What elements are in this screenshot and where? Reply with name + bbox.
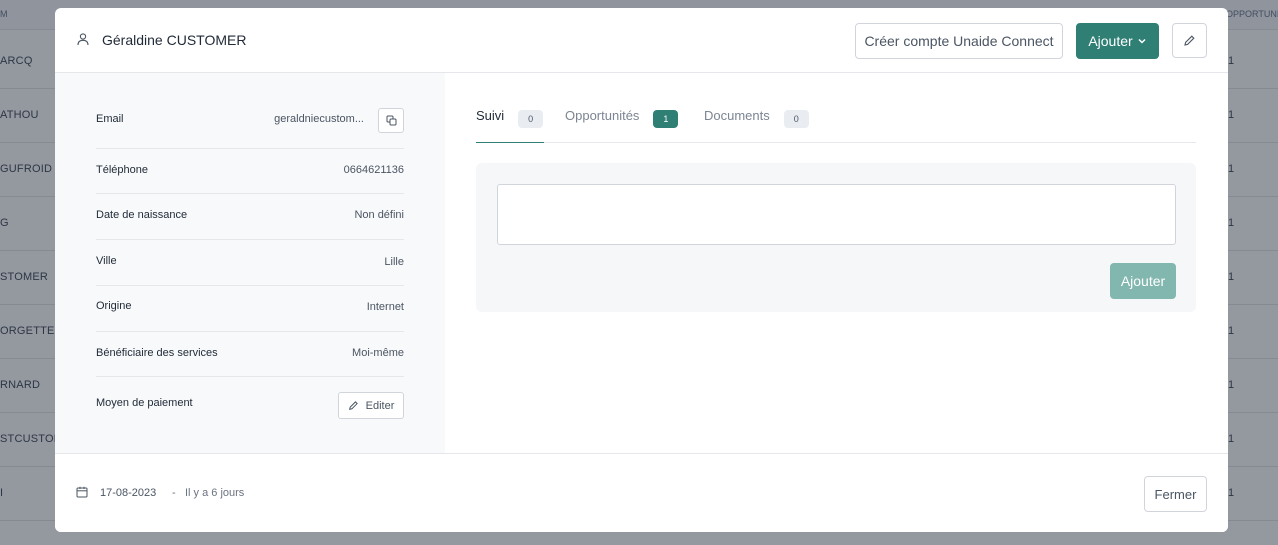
info-row-city: Ville Lille <box>96 240 404 286</box>
email-value: geraldniecustom... <box>274 113 364 125</box>
modal-header: Géraldine CUSTOMER Créer compte Unaide C… <box>55 8 1228 73</box>
info-label: Ville <box>96 255 117 267</box>
tab-count-badge: 0 <box>783 110 809 128</box>
tab-count-badge: 1 <box>653 110 679 128</box>
info-row-origin: Origine Internet <box>96 286 404 332</box>
created-relative-time: Il y a 6 jours <box>185 487 245 499</box>
pencil-icon <box>1184 35 1195 46</box>
suivi-panel: Ajouter <box>476 163 1196 312</box>
tab-label: Suivi <box>476 108 505 123</box>
info-row-email: Email geraldniecustom... <box>96 84 404 149</box>
birthdate-value: Non défini <box>354 209 404 221</box>
phone-value: 0664621136 <box>343 164 404 176</box>
edit-payment-label: Editer <box>365 399 395 412</box>
copy-email-button[interactable] <box>378 108 404 133</box>
edit-payment-button[interactable]: Editer <box>338 392 404 419</box>
origin-value: Internet <box>366 301 404 313</box>
modal-footer: 17-08-2023 - Il y a 6 jours Fermer <box>55 453 1228 532</box>
info-row-birthdate: Date de naissance Non défini <box>96 194 404 240</box>
info-label: Moyen de paiement <box>96 397 193 409</box>
add-dropdown-label: Ajouter <box>1088 33 1133 49</box>
edit-customer-button[interactable] <box>1172 23 1207 58</box>
info-label: Date de naissance <box>96 209 188 221</box>
calendar-icon <box>76 486 88 498</box>
user-icon <box>77 33 89 46</box>
add-dropdown-button[interactable]: Ajouter <box>1076 23 1159 59</box>
chevron-down-icon <box>1138 38 1146 44</box>
city-value: Lille <box>384 256 404 268</box>
copy-icon <box>386 115 396 126</box>
tab-label: Opportunités <box>565 108 640 123</box>
suivi-textarea[interactable] <box>497 184 1176 245</box>
tab-opportunites[interactable]: Opportunités 1 <box>565 108 679 143</box>
info-label: Téléphone <box>96 164 148 176</box>
tab-label: Documents <box>704 108 770 123</box>
close-button[interactable]: Fermer <box>1144 476 1207 512</box>
beneficiary-value: Moi-même <box>352 347 404 359</box>
tab-suivi[interactable]: Suivi 0 <box>476 108 544 143</box>
customer-modal: Géraldine CUSTOMER Créer compte Unaide C… <box>55 8 1228 532</box>
info-label: Bénéficiaire des services <box>96 347 218 359</box>
info-label: Email <box>96 113 124 125</box>
info-label: Origine <box>96 300 132 312</box>
pencil-icon <box>348 401 358 410</box>
info-row-phone: Téléphone 0664621136 <box>96 149 404 194</box>
create-connect-account-button[interactable]: Créer compte Unaide Connect <box>855 23 1063 59</box>
customer-name: Géraldine CUSTOMER <box>102 32 247 48</box>
tab-documents[interactable]: Documents 0 <box>704 108 809 143</box>
created-date: 17-08-2023 <box>100 487 157 499</box>
footer-separator: - <box>172 487 176 499</box>
info-row-beneficiary: Bénéficiaire des services Moi-même <box>96 332 404 377</box>
add-suivi-button[interactable]: Ajouter <box>1110 263 1176 299</box>
tab-bar: Suivi 0 Opportunités 1 Documents 0 <box>476 108 1196 143</box>
tab-count-badge: 0 <box>518 110 544 128</box>
